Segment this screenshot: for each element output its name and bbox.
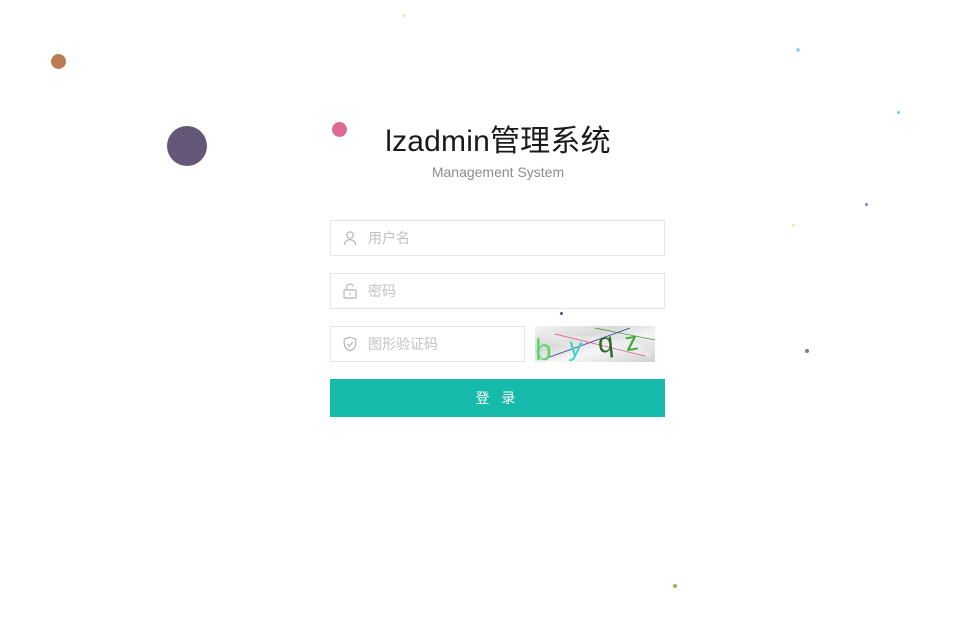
captcha-field (330, 326, 525, 362)
username-field (330, 220, 665, 256)
lock-icon (342, 283, 358, 299)
decorative-particle (560, 312, 563, 315)
password-input[interactable] (368, 274, 648, 308)
user-icon (342, 230, 358, 246)
decorative-particle (805, 349, 809, 353)
password-field (330, 273, 665, 309)
captcha-input[interactable] (368, 327, 518, 361)
decorative-particle (403, 14, 406, 17)
captcha-char: q (596, 326, 615, 358)
captcha-image[interactable]: b y q z (535, 326, 655, 362)
decorative-particle (865, 203, 868, 206)
captcha-char: b (535, 334, 552, 362)
decorative-particle (897, 111, 900, 114)
decorative-particle (51, 54, 66, 69)
captcha-char: y (568, 332, 583, 362)
page-subtitle: Management System (431, 164, 565, 180)
decorative-particle (673, 584, 677, 588)
page-title: lzadmin管理系统 (385, 125, 611, 158)
decorative-particle (792, 224, 795, 227)
decorative-particle (796, 48, 800, 52)
username-input[interactable] (368, 221, 648, 255)
login-button[interactable]: 登 录 (330, 379, 665, 417)
shield-icon (342, 336, 358, 352)
